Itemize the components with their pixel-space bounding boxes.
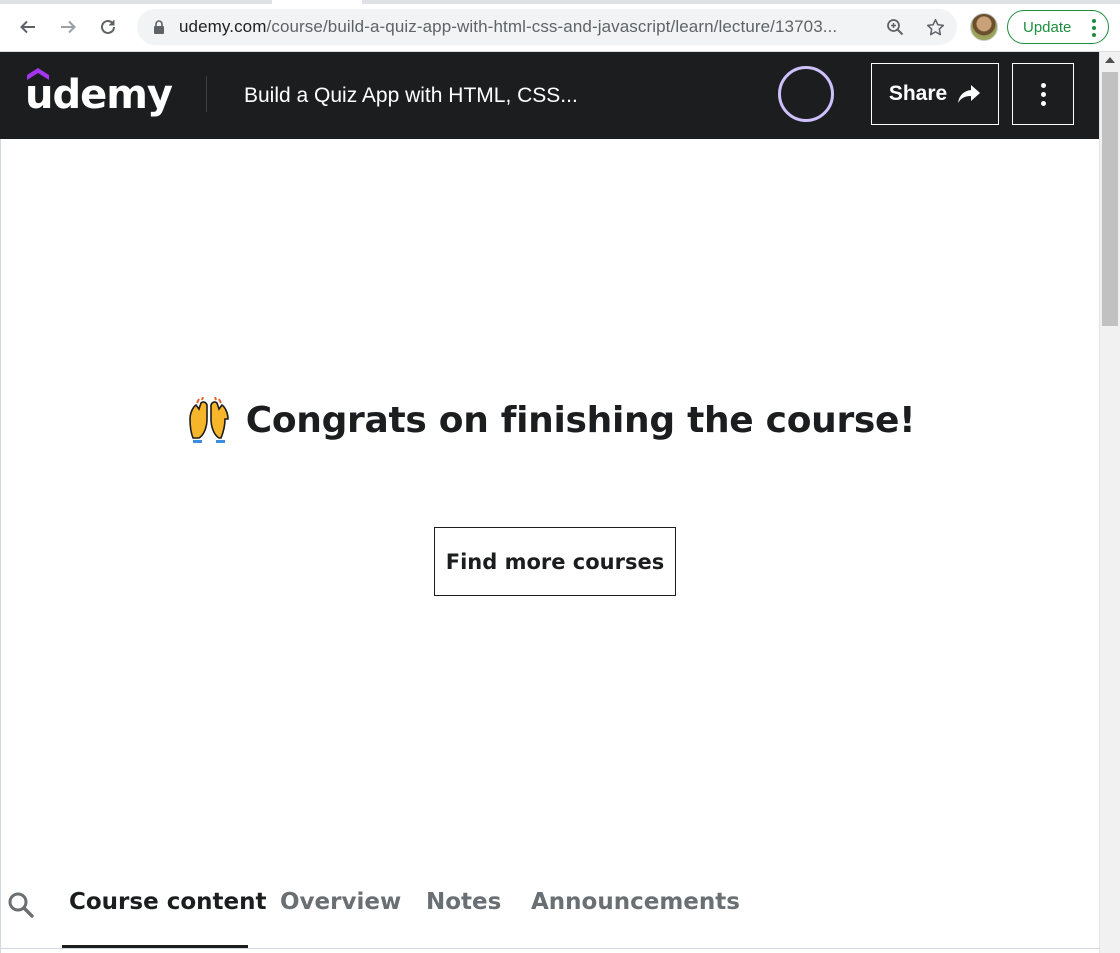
tab-course-content[interactable]: Course content	[69, 889, 266, 915]
update-button[interactable]: Update	[1007, 10, 1109, 44]
logo-text: udemy	[25, 72, 173, 118]
course-tabs: Course content Overview Notes Announceme…	[1, 881, 1100, 953]
course-complete-panel: Congrats on finishing the course! Find m…	[0, 139, 1100, 953]
congrats-heading: Congrats on finishing the course!	[1, 397, 1100, 443]
profile-avatar[interactable]	[970, 13, 998, 41]
share-label: Share	[888, 82, 948, 105]
menu-dots-icon[interactable]	[1092, 19, 1096, 37]
udemy-logo[interactable]: udemy	[25, 64, 173, 124]
address-bar[interactable]: udemy.com/course/build-a-quiz-app-with-h…	[137, 9, 957, 45]
tab-announcements[interactable]: Announcements	[531, 889, 740, 915]
vertical-dots-icon	[1040, 81, 1046, 108]
find-more-courses-button[interactable]: Find more courses	[434, 527, 676, 596]
back-icon[interactable]	[13, 12, 43, 42]
header-divider	[206, 76, 207, 112]
tab-notes[interactable]: Notes	[426, 889, 501, 915]
more-options-button[interactable]	[1012, 63, 1074, 125]
forward-icon[interactable]	[53, 12, 83, 42]
update-label: Update	[1023, 18, 1072, 36]
tabs-divider	[1, 948, 1100, 949]
url-host: udemy.com	[179, 17, 267, 36]
search-icon[interactable]	[7, 891, 35, 919]
star-icon[interactable]	[925, 17, 945, 37]
url-path: /course/build-a-quiz-app-with-html-css-a…	[266, 17, 838, 36]
share-button[interactable]: Share	[871, 63, 999, 125]
tab-overview[interactable]: Overview	[280, 889, 401, 915]
browser-toolbar: udemy.com/course/build-a-quiz-app-with-h…	[0, 0, 1120, 52]
course-header: udemy Build a Quiz App with HTML, CSS...…	[0, 52, 1099, 139]
find-more-courses-label: Find more courses	[445, 549, 665, 574]
progress-ring[interactable]	[778, 66, 834, 122]
reload-icon[interactable]	[93, 12, 123, 42]
raising-hands-icon	[188, 397, 229, 443]
scroll-up-arrow-icon[interactable]	[1105, 57, 1115, 63]
congrats-text: Congrats on finishing the course!	[245, 399, 916, 441]
page-scrollbar[interactable]	[1099, 52, 1120, 953]
lock-icon[interactable]	[151, 19, 167, 35]
tab-strip	[0, 0, 1120, 4]
scrollbar-thumb[interactable]	[1102, 72, 1118, 326]
url-text[interactable]: udemy.com/course/build-a-quiz-app-with-h…	[179, 17, 869, 37]
share-arrow-icon	[958, 85, 981, 103]
course-title[interactable]: Build a Quiz App with HTML, CSS...	[244, 84, 578, 108]
zoom-icon[interactable]	[885, 17, 905, 37]
